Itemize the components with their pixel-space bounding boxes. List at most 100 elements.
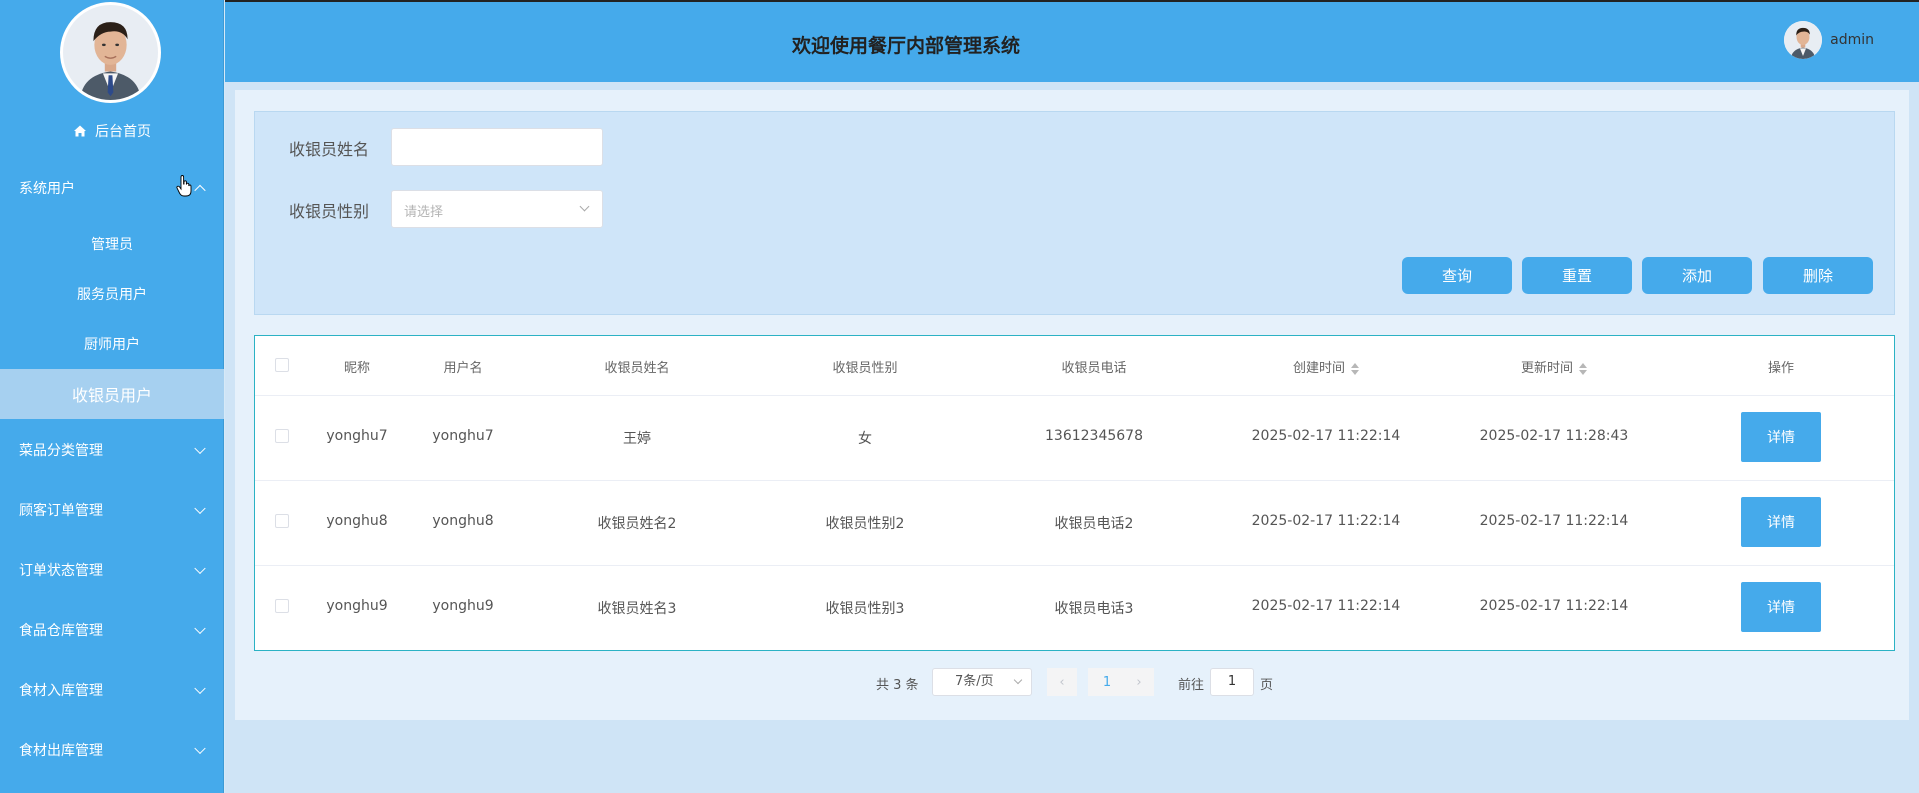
sidebar-item-cashier-users[interactable]: 收银员用户 [0,369,224,419]
sidebar-menu-label: 食材入库管理 [19,683,103,699]
add-button[interactable]: 添加 [1642,257,1752,294]
cell-nickname: yonghu7 [326,428,388,444]
sidebar-item-label: 管理员 [91,237,133,253]
sidebar-item-waiter-users[interactable]: 服务员用户 [0,269,224,319]
chevron-down-icon [1013,675,1023,685]
sidebar-menu-ingredient-inbound[interactable]: 食材入库管理 [0,665,224,715]
sidebar-menu-customer-orders[interactable]: 顾客订单管理 [0,485,224,535]
cell-username: yonghu7 [432,428,494,444]
chevron-down-icon [194,742,206,755]
select-placeholder: 请选择 [404,205,444,220]
row-divider [255,480,1894,481]
page-size-select[interactable]: 7条/页 [932,668,1032,696]
row-checkbox[interactable] [275,514,289,528]
avatar-image [1784,21,1823,59]
page-number-current[interactable]: 1 [1088,668,1126,696]
sidebar-item-admin[interactable]: 管理员 [0,219,224,269]
row-checkbox[interactable] [275,599,289,613]
sidebar-menu-label: 食品仓库管理 [19,623,103,639]
cell-updated: 2025-02-17 11:28:43 [1479,428,1629,444]
cell-updated: 2025-02-17 11:22:14 [1479,598,1629,614]
sort-icon[interactable] [1351,362,1360,375]
cell-username: yonghu8 [432,513,494,529]
column-header-nickname: 昵称 [343,361,371,376]
column-header-label: 更新时间 [1520,361,1574,376]
cashier-table: 昵称 用户名 收银员姓名 收银员性别 收银员电话 创建时间 更新时间 操作 yo… [254,335,1895,651]
sidebar-menu-ingredient-outbound[interactable]: 食材出库管理 [0,725,224,775]
chevron-down-icon [194,502,206,515]
column-header-gender: 收银员性别 [832,361,898,376]
sidebar-menu-label: 系统用户 [19,181,75,197]
delete-button[interactable]: 删除 [1763,257,1873,294]
top-header: 欢迎使用餐厅内部管理系统 admin [225,0,1919,82]
next-page-button[interactable]: › [1124,668,1154,696]
detail-button[interactable]: 详情 [1741,582,1821,632]
column-header-updated[interactable]: 更新时间 [1520,357,1588,376]
sort-icon[interactable] [1579,362,1588,375]
column-header-created[interactable]: 创建时间 [1292,357,1360,376]
cell-phone: 收银员电话2 [1054,516,1134,532]
sidebar-menu-food-warehouse[interactable]: 食品仓库管理 [0,605,224,655]
goto-label: 前往 [1178,678,1205,693]
sidebar-menu-label: 食材出库管理 [19,743,103,759]
cashier-gender-label: 收银员性别 [289,202,370,221]
cell-created: 2025-02-17 11:22:14 [1251,428,1401,444]
cell-name: 收银员姓名2 [597,516,677,532]
cell-gender: 女 [858,431,872,447]
sidebar-home[interactable]: 后台首页 [0,121,224,141]
row-divider [255,565,1894,566]
page-size-value: 7条/页 [955,674,994,689]
column-header-label: 创建时间 [1292,361,1346,376]
row-divider [255,395,1894,396]
column-header-phone: 收银员电话 [1061,361,1127,376]
sidebar-item-label: 收银员用户 [71,386,152,405]
chevron-down-icon [194,562,206,575]
cell-created: 2025-02-17 11:22:14 [1251,513,1401,529]
avatar-image [63,5,158,100]
cell-gender: 收银员性别2 [825,516,905,532]
cell-username: yonghu9 [432,598,494,614]
sidebar-item-label: 服务员用户 [77,287,147,303]
select-all-checkbox[interactable] [275,358,289,372]
username: admin [1830,32,1874,48]
page-title: 欢迎使用餐厅内部管理系统 [792,35,1021,57]
page-suffix-label: 页 [1260,678,1274,693]
cell-phone: 13612345678 [1045,428,1143,444]
goto-page-input[interactable]: 1 [1210,668,1254,696]
detail-button[interactable]: 详情 [1741,497,1821,547]
cell-created: 2025-02-17 11:22:14 [1251,598,1401,614]
sidebar: 后台首页 系统用户 管理员 服务员用户 厨师用户 收银员用户 菜品分类管理 顾客… [0,0,224,793]
query-button[interactable]: 查询 [1402,257,1512,294]
reset-button[interactable]: 重置 [1522,257,1632,294]
chevron-up-icon [194,184,206,197]
chevron-down-icon [194,442,206,455]
detail-button[interactable]: 详情 [1741,412,1821,462]
hand-cursor-icon [176,175,192,197]
sidebar-home-label: 后台首页 [95,124,151,140]
chevron-left-icon: ‹ [1059,674,1065,690]
column-header-username: 用户名 [443,361,483,376]
sidebar-menu-label: 顾客订单管理 [19,503,103,519]
chevron-down-icon [579,201,590,212]
row-checkbox[interactable] [275,429,289,443]
avatar [1784,21,1823,59]
cell-nickname: yonghu8 [326,513,388,529]
cell-name: 王婷 [623,431,651,447]
sidebar-item-chef-users[interactable]: 厨师用户 [0,319,224,369]
sidebar-menu-dish-category[interactable]: 菜品分类管理 [0,425,224,475]
cell-phone: 收银员电话3 [1054,601,1134,617]
cell-gender: 收银员性别3 [825,601,905,617]
sidebar-menu-order-status[interactable]: 订单状态管理 [0,545,224,595]
pagination-total: 共 3 条 [876,678,919,693]
cashier-gender-select[interactable]: 请选择 [391,190,603,228]
cell-name: 收银员姓名3 [597,601,677,617]
sidebar-item-label: 厨师用户 [84,337,140,353]
prev-page-button[interactable]: ‹ [1047,668,1077,696]
cashier-name-input[interactable] [391,128,603,166]
sidebar-menu-label: 菜品分类管理 [19,443,103,459]
column-header-name: 收银员姓名 [604,361,670,376]
chevron-down-icon [194,622,206,635]
column-header-action: 操作 [1767,361,1795,376]
user-menu[interactable]: admin [1784,21,1874,59]
sidebar-menu-label: 订单状态管理 [19,563,103,579]
